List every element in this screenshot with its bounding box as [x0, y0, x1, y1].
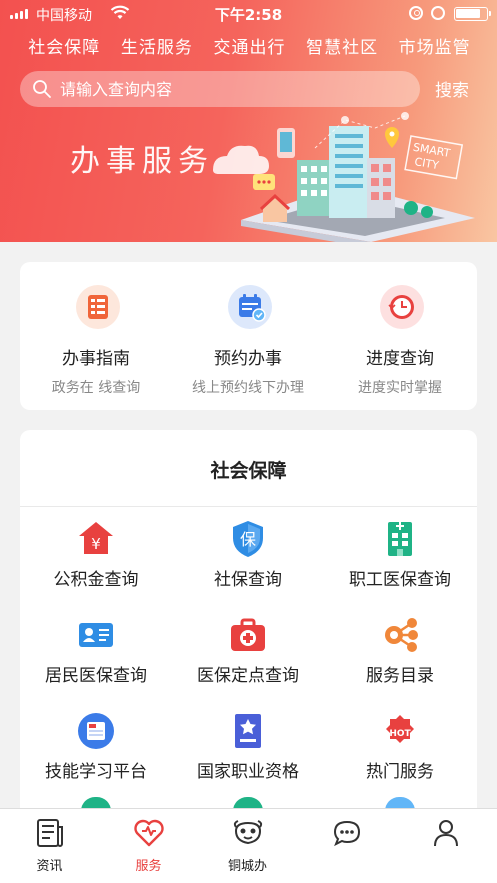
- search-input[interactable]: [60, 75, 400, 103]
- network-icon: [385, 618, 418, 652]
- mascot-icon: [233, 820, 263, 845]
- nav-smart-community[interactable]: 智慧社区: [306, 33, 378, 61]
- quick-services-card: 办事指南 政务在 线查询 预约办事 线上预约线下办理 进度查询 进度实时掌握: [20, 262, 477, 410]
- orientation-lock-icon: [409, 6, 423, 20]
- medical-point-query[interactable]: 医保定点查询: [172, 614, 324, 694]
- news-icon: [37, 819, 63, 847]
- grid-label: 居民医保查询: [45, 666, 147, 686]
- quick-subtitle: 政务在 线查询: [51, 380, 141, 396]
- progress-query-entry[interactable]: 进度查询 进度实时掌握: [324, 262, 476, 410]
- quick-title: 进度查询: [366, 349, 434, 369]
- grid-label: 职工医保查询: [349, 570, 451, 590]
- nav-transport[interactable]: 交通出行: [213, 33, 285, 61]
- smart-city-illustration: SMART CITY: [213, 112, 475, 242]
- tab-news[interactable]: 资讯: [0, 809, 99, 883]
- service-guide-entry[interactable]: 办事指南 政务在 线查询: [20, 262, 172, 410]
- banner-title: 办事服务: [70, 144, 214, 179]
- heart-icon: [134, 819, 164, 847]
- quick-subtitle: 进度实时掌握: [358, 380, 442, 396]
- search-box[interactable]: [20, 71, 420, 107]
- social-security-section: 社会保障 ¥ 公积金查询 保 社保查询 职工医保查询 居民医保查询 医保定点查询…: [20, 430, 477, 830]
- nav-market-supervision[interactable]: 市场监管: [399, 33, 471, 61]
- checklist-icon: [76, 285, 120, 329]
- grid-label: 热门服务: [366, 762, 434, 782]
- id-card-icon: [79, 623, 113, 647]
- fund-symbol: ¥: [91, 535, 101, 553]
- header: 中国移动 下午2:58 社会保障 生活服务 交通出行 智慧社区 市场监管 搜索 …: [0, 0, 497, 242]
- appointment-entry[interactable]: 预约办事 线上预约线下办理: [172, 262, 324, 410]
- nav-social-security[interactable]: 社会保障: [28, 33, 100, 61]
- medical-kit-icon: [231, 618, 265, 651]
- clock-icon: [380, 285, 424, 329]
- grid-label: 社保查询: [214, 570, 282, 590]
- document-icon: [78, 713, 114, 749]
- watermark-logo: [428, 845, 492, 877]
- resident-medical-query[interactable]: 居民医保查询: [20, 614, 172, 694]
- certificate-icon: [235, 714, 261, 748]
- hot-badge-text: HOT: [389, 729, 411, 739]
- housing-fund-query[interactable]: ¥ 公积金查询: [20, 518, 172, 598]
- section-divider: [20, 506, 477, 507]
- search-button[interactable]: 搜索: [435, 76, 469, 101]
- nav-life-services[interactable]: 生活服务: [121, 33, 193, 61]
- quick-title: 办事指南: [62, 349, 130, 369]
- tab-services[interactable]: 服务: [99, 809, 198, 883]
- quick-title: 预约办事: [214, 349, 282, 369]
- national-qualification[interactable]: 国家职业资格: [172, 710, 324, 790]
- status-bar: 中国移动 下午2:58: [0, 0, 497, 28]
- chat-icon: [333, 820, 361, 847]
- shield-text: 保: [240, 530, 256, 549]
- calendar-icon: [228, 285, 272, 329]
- grid-label: 技能学习平台: [45, 762, 147, 782]
- alarm-icon: [431, 6, 445, 20]
- grid-label: 服务目录: [366, 666, 434, 686]
- tab-messages[interactable]: [297, 809, 396, 883]
- house-fund-icon: ¥: [79, 522, 113, 554]
- grid-label: 公积金查询: [53, 570, 139, 590]
- social-insurance-query[interactable]: 保 社保查询: [172, 518, 324, 598]
- service-catalog[interactable]: 服务目录: [324, 614, 476, 694]
- battery-icon: [454, 7, 491, 21]
- grid-label: 医保定点查询: [197, 666, 299, 686]
- search-icon: [32, 79, 52, 99]
- grid-label: 国家职业资格: [197, 762, 299, 782]
- tab-label: 资讯: [36, 859, 63, 874]
- skill-learning-platform[interactable]: 技能学习平台: [20, 710, 172, 790]
- shield-icon: 保: [233, 521, 263, 557]
- quick-subtitle: 线上预约线下办理: [192, 380, 304, 396]
- tab-label: 铜城办: [227, 859, 267, 874]
- section-title: 社会保障: [210, 460, 287, 482]
- employee-medical-query[interactable]: 职工医保查询: [324, 518, 476, 598]
- tab-label: 服务: [135, 859, 162, 874]
- tab-tongcheng[interactable]: 铜城办: [198, 809, 297, 883]
- hot-services[interactable]: HOT 热门服务: [324, 710, 476, 790]
- hospital-building-icon: [388, 522, 412, 556]
- top-nav: 社会保障 生活服务 交通出行 智慧社区 市场监管: [0, 33, 497, 61]
- hot-badge-icon: HOT: [386, 715, 414, 743]
